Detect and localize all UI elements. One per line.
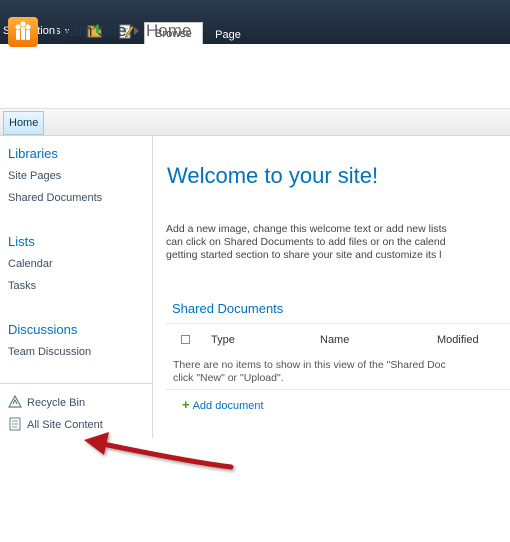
select-all-checkbox[interactable] [181,335,190,344]
empty-message-line: There are no items to show in this view … [173,359,446,371]
plus-icon: + [182,397,190,412]
column-header-type[interactable]: Type [211,334,235,346]
column-header-name[interactable]: Name [320,334,349,346]
welcome-text-line: can click on Shared Documents to add fil… [166,236,446,248]
welcome-text: Add a new image, change this welcome tex… [166,223,510,262]
recycle-bin-label: Recycle Bin [27,397,86,409]
shared-documents-webpart-title[interactable]: Shared Documents [172,301,283,316]
webpart-divider [166,389,510,390]
welcome-text-line: Add a new image, change this welcome tex… [166,223,447,235]
ql-heading-discussions[interactable]: Discussions [8,322,77,337]
ql-divider [0,383,152,384]
add-document-label: Add document [192,400,264,412]
top-navigation [0,109,510,136]
recycle-bin-icon [8,395,22,408]
all-site-content-link[interactable]: All Site Content [8,417,103,431]
ql-item-team-discussion[interactable]: Team Discussion [8,346,91,358]
ql-item-calendar[interactable]: Calendar [8,258,53,270]
add-document-link[interactable]: + Add document [182,397,264,412]
breadcrumb-separator-icon [134,27,139,35]
page-title: Home [146,21,192,40]
ql-item-site-pages[interactable]: Site Pages [8,170,61,182]
all-site-content-icon [9,417,21,431]
ql-heading-libraries[interactable]: Libraries [8,146,58,161]
recycle-bin-link[interactable]: Recycle Bin [8,395,85,409]
empty-list-message: There are no items to show in this view … [173,359,510,385]
all-site-content-label: All Site Content [27,419,103,431]
site-title[interactable]: Team Site [51,21,127,41]
tab-page[interactable]: Page [205,26,251,44]
ql-item-tasks[interactable]: Tasks [8,280,36,292]
ql-heading-lists[interactable]: Lists [8,234,35,249]
site-logo-icon [8,17,38,47]
empty-message-line: click "New" or "Upload". [173,372,284,384]
topnav-home[interactable]: Home [3,111,45,135]
title-area [0,44,510,109]
ql-item-shared-documents[interactable]: Shared Documents [8,192,102,204]
welcome-text-line: getting started section to share your si… [166,249,442,261]
column-header-modified[interactable]: Modified [437,334,479,346]
webpart-divider [166,323,510,324]
welcome-heading: Welcome to your site! [167,163,379,188]
